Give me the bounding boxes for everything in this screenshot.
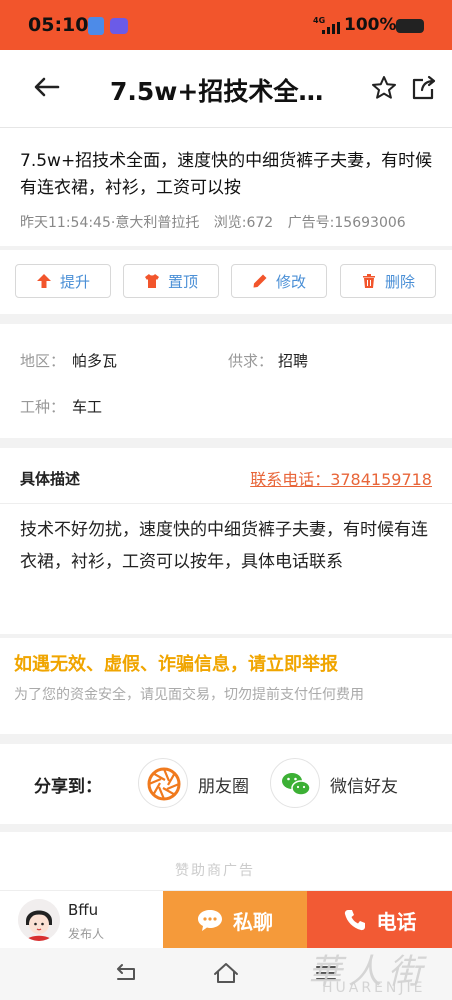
app-notification-icon [88, 17, 104, 35]
post-views: 浏览:672 [213, 215, 274, 231]
pin-top-button[interactable]: 置顶 [123, 264, 219, 298]
delete-label: 删除 [384, 272, 415, 291]
shirt-icon [144, 274, 159, 288]
camera-aperture-icon [147, 767, 181, 801]
promote-button[interactable]: 提升 [15, 264, 111, 298]
call-label: 电话 [376, 909, 417, 934]
share-icon[interactable] [410, 74, 438, 102]
poster-name: Bffu [68, 901, 99, 919]
job-info: 地区： 帕多瓦 供求： 招聘 工种： 车工 [0, 324, 452, 438]
pencil-icon [253, 274, 267, 288]
edit-label: 修改 [275, 272, 306, 291]
promote-label: 提升 [59, 272, 90, 291]
supply-value: 招聘 [278, 352, 309, 370]
region-label: 地区： [20, 352, 66, 370]
poster-role: 发布人 [68, 927, 105, 941]
status-time: 05:10 [28, 14, 89, 36]
post-time-location: 昨天11:54:45·意大利普拉托 [20, 215, 200, 231]
wechat-icon [282, 773, 311, 796]
share-label: 分享到： [34, 777, 102, 797]
share-bar: 分享到： 朋友圈 微信好友 [0, 744, 452, 824]
supply-label: 供求： [228, 352, 274, 370]
star-icon[interactable] [370, 74, 398, 102]
action-bar: 提升 置顶 修改 删除 [0, 250, 452, 314]
trash-icon [362, 274, 375, 288]
app-notification-icon [110, 18, 128, 34]
safety-note: 为了您的资金安全，请见面交易，切勿提前支付任何费用 [14, 687, 364, 703]
bottom-action-bar: Bffu 发布人 私聊 电话 [0, 890, 452, 949]
fraud-warning: 如遇无效、虚假、诈骗信息，请立即举报 为了您的资金安全，请见面交易，切勿提前支付… [0, 638, 452, 734]
home-nav-icon[interactable] [212, 960, 240, 986]
region-value: 帕多瓦 [72, 352, 118, 370]
private-chat-label: 私聊 [233, 909, 273, 934]
sponsor-label: 赞助商广告 [175, 863, 255, 879]
post-ad-number: 广告号:15693006 [287, 215, 406, 231]
wechat-label[interactable]: 微信好友 [330, 772, 398, 797]
post-meta: 昨天11:54:45·意大利普拉托 浏览:672 广告号:15693006 [20, 212, 416, 232]
signal-icon [322, 22, 340, 34]
back-nav-icon[interactable] [112, 960, 140, 986]
back-arrow-icon[interactable] [32, 72, 62, 102]
page-title: 7.5w+招技术全… [110, 77, 324, 106]
contact-phone-link[interactable]: 联系电话：3784159718 [250, 466, 432, 490]
battery-icon [396, 19, 424, 33]
battery-level: 100% [344, 15, 397, 35]
private-chat-button[interactable]: 私聊 [163, 891, 307, 949]
call-button[interactable]: 电话 [307, 891, 452, 949]
user-avatar-icon [18, 899, 60, 941]
sponsor-section: 赞助商广告 [0, 832, 452, 892]
post-title: 7.5w+招技术全面，速度快的中细货裤子夫妻，有时候有连衣裙，衬衫，工资可以按 [20, 151, 433, 198]
chat-bubble-icon [198, 910, 222, 931]
job-type-value: 车工 [72, 398, 103, 416]
post-header: 7.5w+招技术全面，速度快的中细货裤子夫妻，有时候有连衣裙，衬衫，工资可以按 … [0, 128, 452, 246]
avatar[interactable] [18, 899, 60, 941]
delete-button[interactable]: 删除 [340, 264, 436, 298]
description-header: 具体描述 联系电话：3784159718 [0, 448, 452, 504]
description-text: 技术不好勿扰，速度快的中细货裤子夫妻，有时候有连衣裙，衬衫，工资可以按年，具体电… [20, 520, 428, 572]
pin-top-label: 置顶 [167, 272, 198, 291]
moments-share-button[interactable] [138, 758, 188, 808]
description-heading: 具体描述 [20, 470, 81, 488]
title-bar: 7.5w+招技术全… [0, 50, 452, 128]
wechat-share-button[interactable] [270, 758, 320, 808]
status-bar: 05:10 4G 100% [0, 0, 452, 50]
description-body: 技术不好勿扰，速度快的中细货裤子夫妻，有时候有连衣裙，衬衫，工资可以按年，具体电… [0, 504, 452, 634]
report-warning-link[interactable]: 如遇无效、虚假、诈骗信息，请立即举报 [14, 650, 338, 676]
phone-icon [344, 910, 365, 931]
huarenjie-watermark: 華人街 HUARENJIE [296, 946, 452, 1000]
job-type-label: 工种： [20, 398, 66, 416]
edit-button[interactable]: 修改 [231, 264, 327, 298]
watermark-en: HUARENJIE [322, 980, 426, 996]
arrow-up-icon [36, 274, 51, 288]
moments-label[interactable]: 朋友圈 [198, 772, 249, 797]
